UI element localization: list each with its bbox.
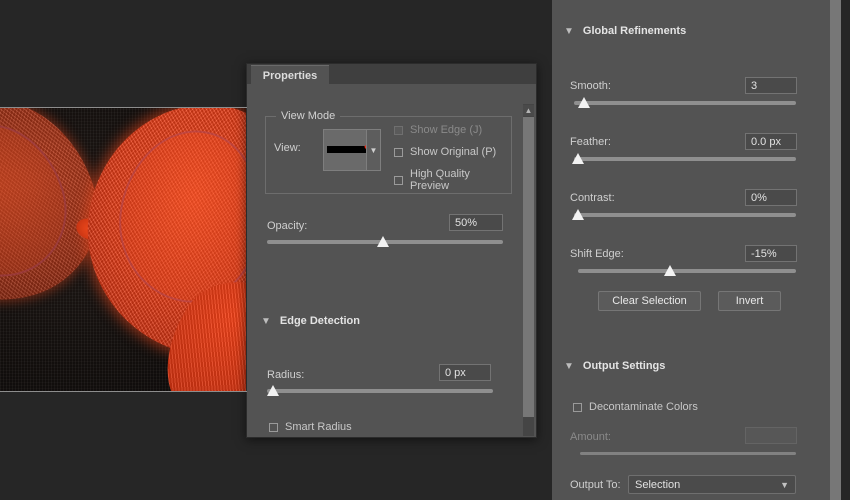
invert-button[interactable]: Invert — [718, 291, 781, 311]
checkbox-label-high-quality-preview: High Quality Preview — [410, 168, 470, 192]
chevron-down-icon[interactable]: ▼ — [366, 130, 380, 170]
chevron-down-icon[interactable]: ▼ — [261, 316, 271, 327]
checkbox-decontaminate-colors[interactable]: Decontaminate Colors — [573, 401, 698, 413]
invert-label: Invert — [735, 295, 764, 307]
checkbox-show-edge: Show Edge (J) — [394, 124, 482, 136]
checkbox-box-decontaminate-colors[interactable] — [573, 402, 582, 412]
feather-value-field[interactable]: 0.0 px — [745, 133, 797, 150]
view-mode-group: View Mode View: ♥ ▼ Show Edge (J) Show O… — [265, 110, 512, 194]
radius-label: Radius: — [267, 369, 305, 381]
checkbox-label-decontaminate-colors: Decontaminate Colors — [589, 401, 698, 413]
shift-edge-value-field[interactable]: -15% — [745, 245, 797, 262]
radius-value-field[interactable]: 0 px — [439, 364, 491, 381]
selection-guide-top — [0, 107, 247, 108]
dock-right-edge — [841, 0, 850, 500]
section-header-global-refinements[interactable]: ▼ Global Refinements — [564, 25, 686, 37]
view-mode-thumbnail-bar — [327, 146, 366, 153]
checkbox-box-show-edge — [394, 125, 403, 135]
properties-scrollbar-thumb[interactable] — [523, 117, 534, 417]
document-image[interactable] — [0, 107, 247, 392]
output-to-label: Output To: — [570, 479, 621, 491]
contrast-value: 0% — [751, 191, 767, 204]
output-to-select[interactable]: Selection ▼ — [628, 475, 796, 494]
chevron-up-icon[interactable]: ▲ — [523, 105, 534, 116]
view-mode-thumbnail: ♥ — [324, 130, 366, 170]
output-to-value: Selection — [635, 478, 681, 491]
smooth-label: Smooth: — [570, 80, 611, 92]
view-mode-dropdown[interactable]: ♥ ▼ — [323, 129, 381, 171]
right-dock-panel: ▼ Global Refinements Smooth: 3 Feather: … — [552, 0, 850, 500]
shift-edge-slider-thumb[interactable] — [664, 265, 677, 276]
selection-guide-bottom — [0, 391, 247, 392]
section-title-global-refinements: Global Refinements — [582, 25, 687, 37]
clear-selection-button[interactable]: Clear Selection — [598, 291, 701, 311]
contrast-slider-thumb[interactable] — [572, 209, 585, 220]
checkbox-label-show-edge: Show Edge (J) — [410, 124, 483, 136]
view-mode-group-title: View Mode — [276, 110, 341, 122]
opacity-value-field[interactable]: 50% — [449, 214, 503, 231]
dock-scrollbar-thumb[interactable] — [830, 0, 841, 500]
shift-edge-value: -15% — [751, 247, 777, 260]
smooth-value: 3 — [751, 79, 758, 92]
contrast-label: Contrast: — [570, 192, 615, 204]
chevron-down-icon[interactable]: ▼ — [564, 26, 574, 37]
properties-panel-body: ▲ View Mode View: ♥ ▼ Show Edge (J) Show… — [247, 84, 536, 436]
opacity-label: Opacity: — [267, 220, 308, 232]
section-header-output-settings[interactable]: ▼ Output Settings — [564, 360, 665, 372]
radius-value: 0 px — [445, 366, 466, 379]
section-title-edge-detection: Edge Detection — [279, 315, 360, 327]
smooth-value-field[interactable]: 3 — [745, 77, 797, 94]
radius-slider-thumb[interactable] — [267, 385, 280, 396]
feather-label: Feather: — [570, 136, 611, 148]
shift-edge-slider-track[interactable] — [578, 269, 796, 273]
checkbox-high-quality-preview[interactable]: High Quality Preview — [394, 168, 511, 192]
checkbox-box-show-original[interactable] — [394, 147, 403, 157]
checkbox-smart-radius[interactable]: Smart Radius — [269, 421, 352, 433]
properties-panel[interactable]: Properties ▲ View Mode View: ♥ ▼ Show Ed… — [246, 63, 537, 438]
contrast-slider-track[interactable] — [574, 213, 796, 217]
smooth-slider-thumb[interactable] — [578, 97, 591, 108]
heart-icon: ♥ — [364, 144, 366, 154]
section-title-output-settings: Output Settings — [582, 360, 666, 372]
clear-selection-label: Clear Selection — [612, 295, 687, 307]
shift-edge-label: Shift Edge: — [570, 248, 624, 260]
checkbox-label-show-original: Show Original (P) — [410, 146, 497, 158]
checkbox-show-original[interactable]: Show Original (P) — [394, 146, 496, 158]
smooth-slider-track[interactable] — [574, 101, 796, 105]
feather-value: 0.0 px — [751, 135, 781, 148]
tab-properties[interactable]: Properties — [251, 65, 329, 85]
section-header-edge-detection[interactable]: ▼ Edge Detection — [261, 315, 360, 327]
opacity-value: 50% — [455, 216, 478, 229]
properties-tab-bar: Properties — [247, 64, 536, 85]
chevron-down-icon[interactable]: ▼ — [564, 361, 574, 372]
checkbox-label-smart-radius: Smart Radius — [285, 421, 352, 433]
checkbox-box-smart-radius[interactable] — [269, 422, 278, 432]
chevron-down-icon[interactable]: ▼ — [780, 480, 789, 490]
checkbox-box-high-quality-preview[interactable] — [394, 175, 403, 185]
feather-slider-thumb[interactable] — [572, 153, 585, 164]
amount-label: Amount: — [570, 431, 611, 443]
view-label: View: — [274, 142, 301, 154]
contrast-value-field[interactable]: 0% — [745, 189, 797, 206]
amount-value-field — [745, 427, 797, 444]
radius-slider-track[interactable] — [267, 389, 493, 393]
opacity-slider-thumb[interactable] — [377, 236, 390, 247]
feather-slider-track[interactable] — [574, 157, 796, 161]
amount-slider-track — [580, 452, 796, 455]
